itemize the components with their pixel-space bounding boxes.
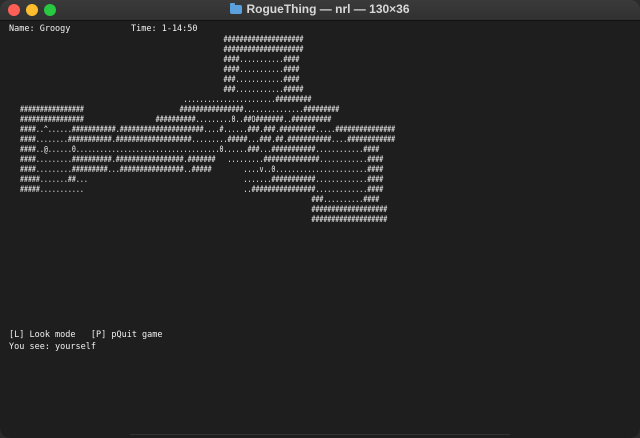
map-row: .......................#########	[0, 95, 312, 105]
window-title-text: RogueThing — nrl — 130×36	[246, 2, 410, 16]
map-row: #####.......##... .......###########....…	[0, 175, 384, 185]
game-time: Time: 1-14:50	[131, 24, 198, 34]
map-row: ####################	[0, 35, 304, 45]
controls-hint: [L] Look mode [P] pQuit game	[9, 330, 163, 340]
map-row: ###################	[0, 205, 388, 215]
window-title: RogueThing — nrl — 130×36	[0, 2, 640, 16]
map-row: ################ ################.......…	[0, 105, 340, 115]
map-row: ####..@......0..........................…	[0, 145, 380, 155]
map-row: ####.........#########...###############…	[0, 165, 384, 175]
resize-edge	[130, 434, 510, 438]
title-bar[interactable]: RogueThing — nrl — 130×36	[0, 0, 640, 21]
map-row: ################ ##########.........0..#…	[0, 115, 332, 125]
map-row: ####.........##########.################…	[0, 155, 384, 165]
player-name: Name: Groogy	[9, 24, 71, 34]
map-row: ####...........####	[0, 65, 300, 75]
map-row: ####..^......###########.###############…	[0, 125, 396, 135]
status-message: You see: yourself	[9, 342, 96, 352]
map-row: ####........###########.################…	[0, 135, 396, 145]
map-row: ###################	[0, 215, 388, 225]
map-row: ###............#####	[0, 85, 304, 95]
map-row: ###..........####	[0, 195, 380, 205]
dungeon-map: #################### ###################…	[0, 35, 395, 225]
map-row: ####################	[0, 45, 304, 55]
folder-icon	[230, 3, 243, 14]
terminal-window: RogueThing — nrl — 130×36 Name: Groogy T…	[0, 0, 640, 438]
map-row: ####...........####	[0, 55, 300, 65]
map-row: #####........... ..################.....…	[0, 185, 384, 195]
terminal-content[interactable]: Name: Groogy Time: 1-14:50 #############…	[0, 21, 640, 438]
map-row: ###............####	[0, 75, 300, 85]
